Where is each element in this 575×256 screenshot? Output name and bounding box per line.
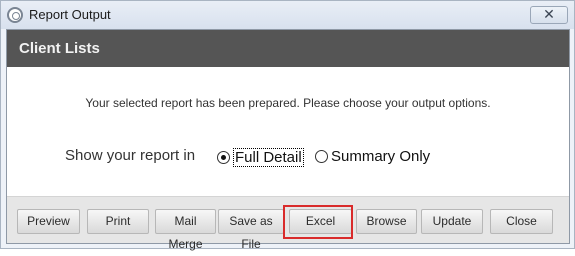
header-band: Client Lists [7, 30, 569, 67]
window-title: Report Output [29, 7, 111, 22]
radio-full-detail[interactable]: Full Detail [217, 148, 304, 167]
update-button[interactable]: Update [421, 209, 483, 234]
radio-summary-only[interactable]: Summary Only [315, 148, 430, 165]
print-button[interactable]: Print [87, 209, 149, 234]
radio-summary-only-label: Summary Only [331, 148, 431, 165]
dialog-content: Client Lists Your selected report has be… [6, 29, 570, 251]
browse-button[interactable]: Browse [356, 209, 417, 234]
radio-full-detail-label: Full Detail [233, 148, 304, 167]
mail-merge-button[interactable]: Mail Merge [155, 209, 216, 251]
page-title: Client Lists [19, 40, 100, 57]
close-icon: ✕ [543, 6, 555, 22]
radio-selected-icon [217, 151, 230, 164]
report-output-window: Report Output ✕ Client Lists Your select… [0, 0, 575, 251]
radio-unselected-icon [315, 150, 328, 163]
show-report-label: Show your report in [65, 147, 196, 164]
window-close-button[interactable]: ✕ [530, 6, 568, 24]
status-message: Your selected report has been prepared. … [85, 96, 491, 110]
preview-button[interactable]: Preview [17, 209, 80, 234]
excel-highlight-box [283, 205, 353, 239]
title-bar: Report Output ✕ [1, 1, 574, 29]
app-icon [7, 7, 23, 23]
close-button[interactable]: Close [490, 209, 553, 234]
save-as-file-button[interactable]: Save as File [218, 209, 284, 251]
